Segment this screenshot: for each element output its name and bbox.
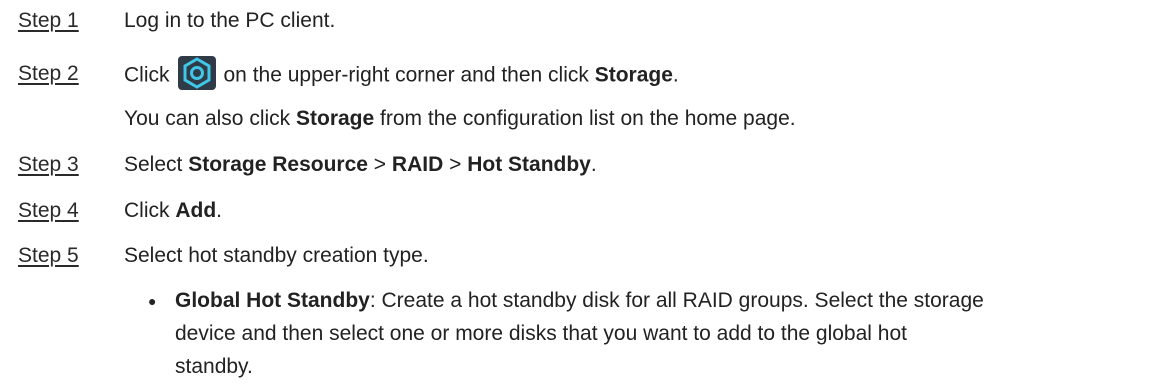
step-3-period: . (590, 153, 597, 176)
step-3-label: Step 3 (18, 153, 79, 176)
step-2-period: . (672, 63, 679, 87)
step-3-text: Select Storage Resource > RAID > Hot Sta… (124, 153, 597, 177)
step-4-period: . (216, 199, 223, 222)
step-2-text: Click on the upper-right corner and then… (124, 56, 679, 90)
step-2-click: Click (124, 63, 170, 87)
bullet-line-1-text: : Create a hot standby disk for all RAID… (369, 289, 984, 312)
step-4-text: Click Add. (124, 199, 222, 223)
step-3-storage-resource: Storage Resource (188, 153, 368, 176)
bullet-line-3: standby. (175, 355, 253, 378)
step-2-note-storage: Storage (296, 107, 375, 130)
step-2-note-pre: You can also click (124, 107, 291, 130)
step-3-hot-standby: Hot Standby (467, 153, 591, 176)
step-3-raid: RAID (391, 153, 444, 176)
bullet-marker: ● (148, 293, 157, 309)
step-4-label: Step 4 (18, 199, 79, 222)
step-2-note: You can also click Storage from the conf… (124, 107, 796, 131)
step-5-text: Select hot standby creation type. (124, 244, 429, 267)
bullet-global-hot-standby: Global Hot Standby (175, 289, 370, 312)
step-1-label: Step 1 (18, 9, 79, 32)
step-2-label: Step 2 (18, 62, 79, 85)
step-2-storage: Storage (594, 63, 673, 87)
step-5-label: Step 5 (18, 244, 79, 267)
step-4-click: Click (124, 199, 170, 222)
step-3-select: Select (124, 153, 183, 176)
step-3-sep-2: > (449, 153, 462, 176)
step-1-text: Log in to the PC client. (124, 9, 336, 32)
step-4-add: Add (175, 199, 217, 222)
step-2-middle: on the upper-right corner and then click (223, 63, 589, 87)
bullet-line-1: Global Hot Standby: Create a hot standby… (175, 289, 984, 313)
bullet-line-2: device and then select one or more disks… (175, 322, 907, 345)
step-3-sep-1: > (373, 153, 387, 176)
gear-icon[interactable] (177, 56, 216, 90)
step-2-note-post: from the configuration list on the home … (380, 107, 796, 130)
